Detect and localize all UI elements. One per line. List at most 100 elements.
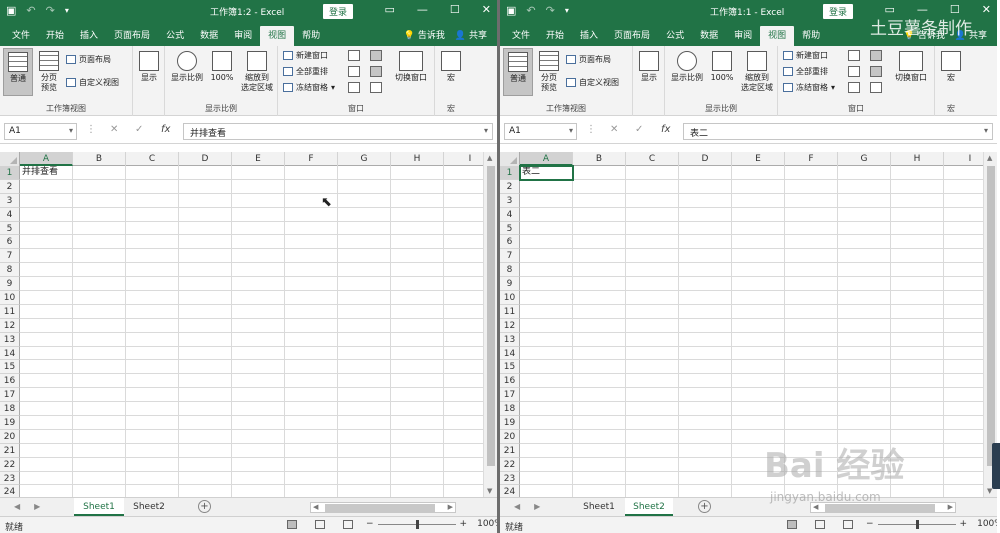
cell[interactable] xyxy=(838,179,891,194)
cell[interactable] xyxy=(573,249,626,264)
undo-icon[interactable]: ↶ xyxy=(26,4,35,18)
cell[interactable] xyxy=(573,207,626,222)
cell[interactable] xyxy=(520,332,573,347)
scroll-down-icon[interactable]: ▼ xyxy=(487,487,492,495)
cell[interactable] xyxy=(232,249,285,264)
zoom-button[interactable]: 显示比例 xyxy=(669,48,705,96)
cell[interactable] xyxy=(679,291,732,305)
sheet-tab[interactable]: Sheet1 xyxy=(574,498,624,516)
cell[interactable] xyxy=(391,221,444,236)
zoom-selection-button[interactable]: 缩放到 选定区域 xyxy=(239,48,275,96)
cancel-icon[interactable]: ✕ xyxy=(610,124,618,135)
cell[interactable] xyxy=(785,235,838,250)
cell[interactable] xyxy=(732,207,785,222)
cell[interactable] xyxy=(520,443,573,458)
cell[interactable] xyxy=(20,429,73,444)
cell[interactable] xyxy=(520,263,573,278)
cell[interactable] xyxy=(179,429,232,444)
cell[interactable] xyxy=(626,207,679,222)
cell[interactable] xyxy=(285,360,338,375)
ribbon-tab[interactable]: 开始 xyxy=(538,26,572,46)
cell[interactable] xyxy=(285,416,338,430)
cell[interactable] xyxy=(285,485,338,497)
macros-button[interactable]: 宏 xyxy=(436,48,466,96)
cell[interactable] xyxy=(73,443,126,458)
cell[interactable] xyxy=(626,374,679,389)
cell[interactable] xyxy=(73,263,126,278)
ribbon-tab[interactable]: 视图 xyxy=(260,26,295,46)
cell[interactable] xyxy=(626,179,679,194)
cell[interactable] xyxy=(126,471,179,486)
name-box[interactable]: A1 ▾ xyxy=(504,123,577,140)
cell[interactable] xyxy=(679,402,732,417)
cell[interactable] xyxy=(338,235,391,250)
cell[interactable] xyxy=(626,457,679,472)
column-header[interactable]: G xyxy=(338,152,391,166)
ribbon-tab[interactable]: 开始 xyxy=(38,26,72,46)
cell[interactable] xyxy=(232,374,285,389)
cell[interactable] xyxy=(126,346,179,361)
cell[interactable] xyxy=(891,304,944,319)
zoom-100-button[interactable]: 100% xyxy=(207,48,237,96)
cell[interactable] xyxy=(338,332,391,347)
ribbon-tab[interactable]: 视图 xyxy=(760,26,795,46)
column-header[interactable]: E xyxy=(732,152,785,166)
cell[interactable] xyxy=(838,277,891,292)
cell[interactable] xyxy=(179,277,232,292)
scroll-right-icon[interactable]: ▶ xyxy=(948,503,953,511)
cell[interactable] xyxy=(126,402,179,417)
login-button[interactable]: 登录 xyxy=(823,4,854,19)
cell[interactable] xyxy=(126,193,179,208)
zoom-in-icon[interactable]: + xyxy=(460,519,468,529)
cell[interactable] xyxy=(285,388,338,403)
cell[interactable] xyxy=(73,416,126,430)
cell[interactable] xyxy=(785,402,838,417)
cell[interactable] xyxy=(285,471,338,486)
cell[interactable] xyxy=(520,429,573,444)
cell[interactable] xyxy=(126,235,179,250)
cell[interactable] xyxy=(626,291,679,305)
cell[interactable]: 并排查看 xyxy=(20,166,73,180)
custom-view-button[interactable]: 自定义视图 xyxy=(566,75,619,89)
cell[interactable] xyxy=(179,443,232,458)
horizontal-scroll-thumb[interactable] xyxy=(825,504,935,512)
cell[interactable] xyxy=(838,374,891,389)
column-header[interactable]: F xyxy=(785,152,838,166)
cell[interactable] xyxy=(73,193,126,208)
cell[interactable] xyxy=(232,277,285,292)
row-header[interactable]: 21 xyxy=(500,443,520,458)
cell[interactable] xyxy=(732,166,785,180)
cell[interactable] xyxy=(338,416,391,430)
row-header[interactable]: 14 xyxy=(0,346,20,361)
row-header[interactable]: 7 xyxy=(0,249,20,264)
sheet-tab[interactable]: Sheet1 xyxy=(74,498,124,516)
customize-qat-icon[interactable]: ▾ xyxy=(565,4,569,18)
cell[interactable] xyxy=(626,166,679,180)
row-header[interactable]: 6 xyxy=(500,235,520,250)
row-header[interactable]: 24 xyxy=(0,485,20,497)
cell[interactable] xyxy=(785,166,838,180)
cell[interactable] xyxy=(20,249,73,264)
cell[interactable] xyxy=(732,318,785,333)
cell[interactable] xyxy=(179,457,232,472)
page-break-status-icon[interactable] xyxy=(843,520,853,529)
zoom-in-icon[interactable]: + xyxy=(960,519,968,529)
row-header[interactable]: 20 xyxy=(0,429,20,444)
cell[interactable] xyxy=(626,346,679,361)
cell[interactable] xyxy=(179,416,232,430)
worksheet-grid[interactable]: ABCDEFGHI 1 表二 2 3 4 5 6 7 8 9 10 11 12 13 14 15 16 17 18 1… xyxy=(500,152,997,497)
row-header[interactable]: 3 xyxy=(500,193,520,208)
cell[interactable] xyxy=(679,318,732,333)
row-header[interactable]: 1 xyxy=(500,166,520,180)
switch-windows-button[interactable]: 切换窗口 xyxy=(891,48,931,96)
cell[interactable] xyxy=(232,443,285,458)
ribbon-tab[interactable]: 文件 xyxy=(504,26,538,46)
cell[interactable] xyxy=(20,193,73,208)
normal-view-button[interactable]: 普通 xyxy=(503,48,533,96)
cell[interactable] xyxy=(520,388,573,403)
cell[interactable] xyxy=(73,360,126,375)
customize-qat-icon[interactable]: ▾ xyxy=(65,4,69,18)
add-sheet-icon[interactable]: + xyxy=(198,500,211,513)
cell[interactable] xyxy=(73,207,126,222)
redo-icon[interactable]: ↷ xyxy=(546,4,555,18)
